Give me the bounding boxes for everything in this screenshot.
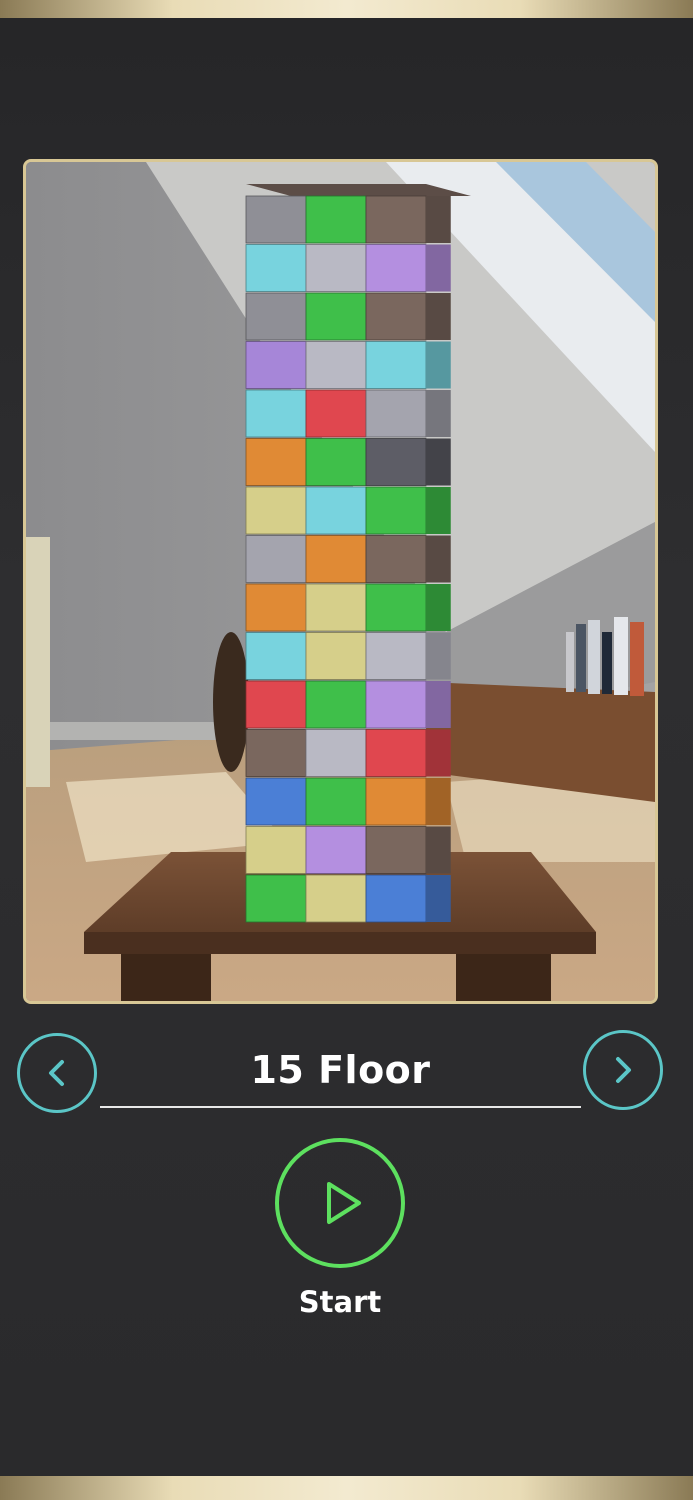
tower-block — [245, 777, 307, 826]
tower-block — [245, 486, 307, 535]
tower-block — [365, 341, 427, 389]
guitar — [213, 632, 249, 772]
tower-block — [245, 680, 307, 729]
chair — [26, 537, 50, 787]
tower-block — [305, 244, 367, 292]
tower-block — [305, 826, 367, 874]
play-icon — [327, 1182, 361, 1224]
tower-block-side — [426, 341, 451, 389]
tower-block — [305, 583, 367, 632]
tower-block-side — [426, 875, 451, 922]
tower-block-side — [426, 729, 451, 777]
tower-block — [365, 195, 427, 244]
tower-block — [245, 341, 307, 389]
tower-block-side — [426, 826, 451, 874]
tower-block — [245, 292, 307, 341]
tower-block-side — [426, 487, 451, 534]
start-button[interactable] — [275, 1138, 405, 1268]
tower-block — [365, 486, 427, 535]
tower-block — [365, 680, 427, 729]
tower-preview — [23, 159, 658, 1004]
tower-block — [305, 195, 367, 244]
chevron-left-icon — [49, 1060, 64, 1086]
tower-block — [305, 292, 367, 341]
previous-level-button[interactable] — [17, 1033, 97, 1113]
tower-block — [305, 341, 367, 389]
top-gold-border — [0, 0, 693, 18]
tower-block-side — [426, 196, 451, 243]
tower-block — [365, 438, 427, 486]
tower-block — [365, 292, 427, 341]
tower-block — [305, 777, 367, 826]
bottom-gold-border — [0, 1476, 693, 1500]
tower-block — [365, 874, 427, 923]
floor-underline — [100, 1106, 581, 1108]
table-leg — [121, 954, 211, 1001]
tower-block-side — [426, 438, 451, 486]
tower-block-side — [426, 778, 451, 825]
tower-block — [305, 438, 367, 486]
tower-block — [305, 389, 367, 438]
tower-block-side — [426, 244, 451, 292]
tower-block — [245, 438, 307, 486]
tower-block — [365, 826, 427, 874]
tower-block-side — [426, 293, 451, 340]
next-level-button[interactable] — [583, 1030, 663, 1110]
tower-block — [365, 729, 427, 777]
tower-block — [245, 874, 307, 923]
tower-block — [245, 389, 307, 438]
table-leg — [456, 954, 551, 1001]
tower-block — [245, 729, 307, 777]
tower-block — [365, 632, 427, 680]
tower-block — [245, 632, 307, 680]
tower-block — [365, 244, 427, 292]
tower-block — [365, 777, 427, 826]
tower-block-side — [426, 681, 451, 728]
tower-block — [305, 874, 367, 923]
tower-block — [305, 680, 367, 729]
tower-block — [305, 535, 367, 583]
tower-block — [305, 632, 367, 680]
tower-block-side — [426, 390, 451, 437]
floor-count-label: 15 Floor — [250, 1048, 431, 1092]
start-label: Start — [298, 1285, 382, 1319]
room-scene — [26, 162, 655, 1001]
tower-block-side — [426, 632, 451, 680]
tower-block — [245, 195, 307, 244]
tower-block-side — [426, 535, 451, 583]
chevron-right-icon — [616, 1057, 631, 1083]
tower-block — [365, 389, 427, 438]
tower-block — [245, 826, 307, 874]
tower-block — [245, 244, 307, 292]
tower-block — [365, 535, 427, 583]
jenga-tower — [245, 184, 471, 923]
tower-block — [365, 583, 427, 632]
tower-block — [305, 486, 367, 535]
tower-block-side — [426, 584, 451, 631]
tower-block — [245, 535, 307, 583]
tower-block — [245, 583, 307, 632]
tower-block — [305, 729, 367, 777]
